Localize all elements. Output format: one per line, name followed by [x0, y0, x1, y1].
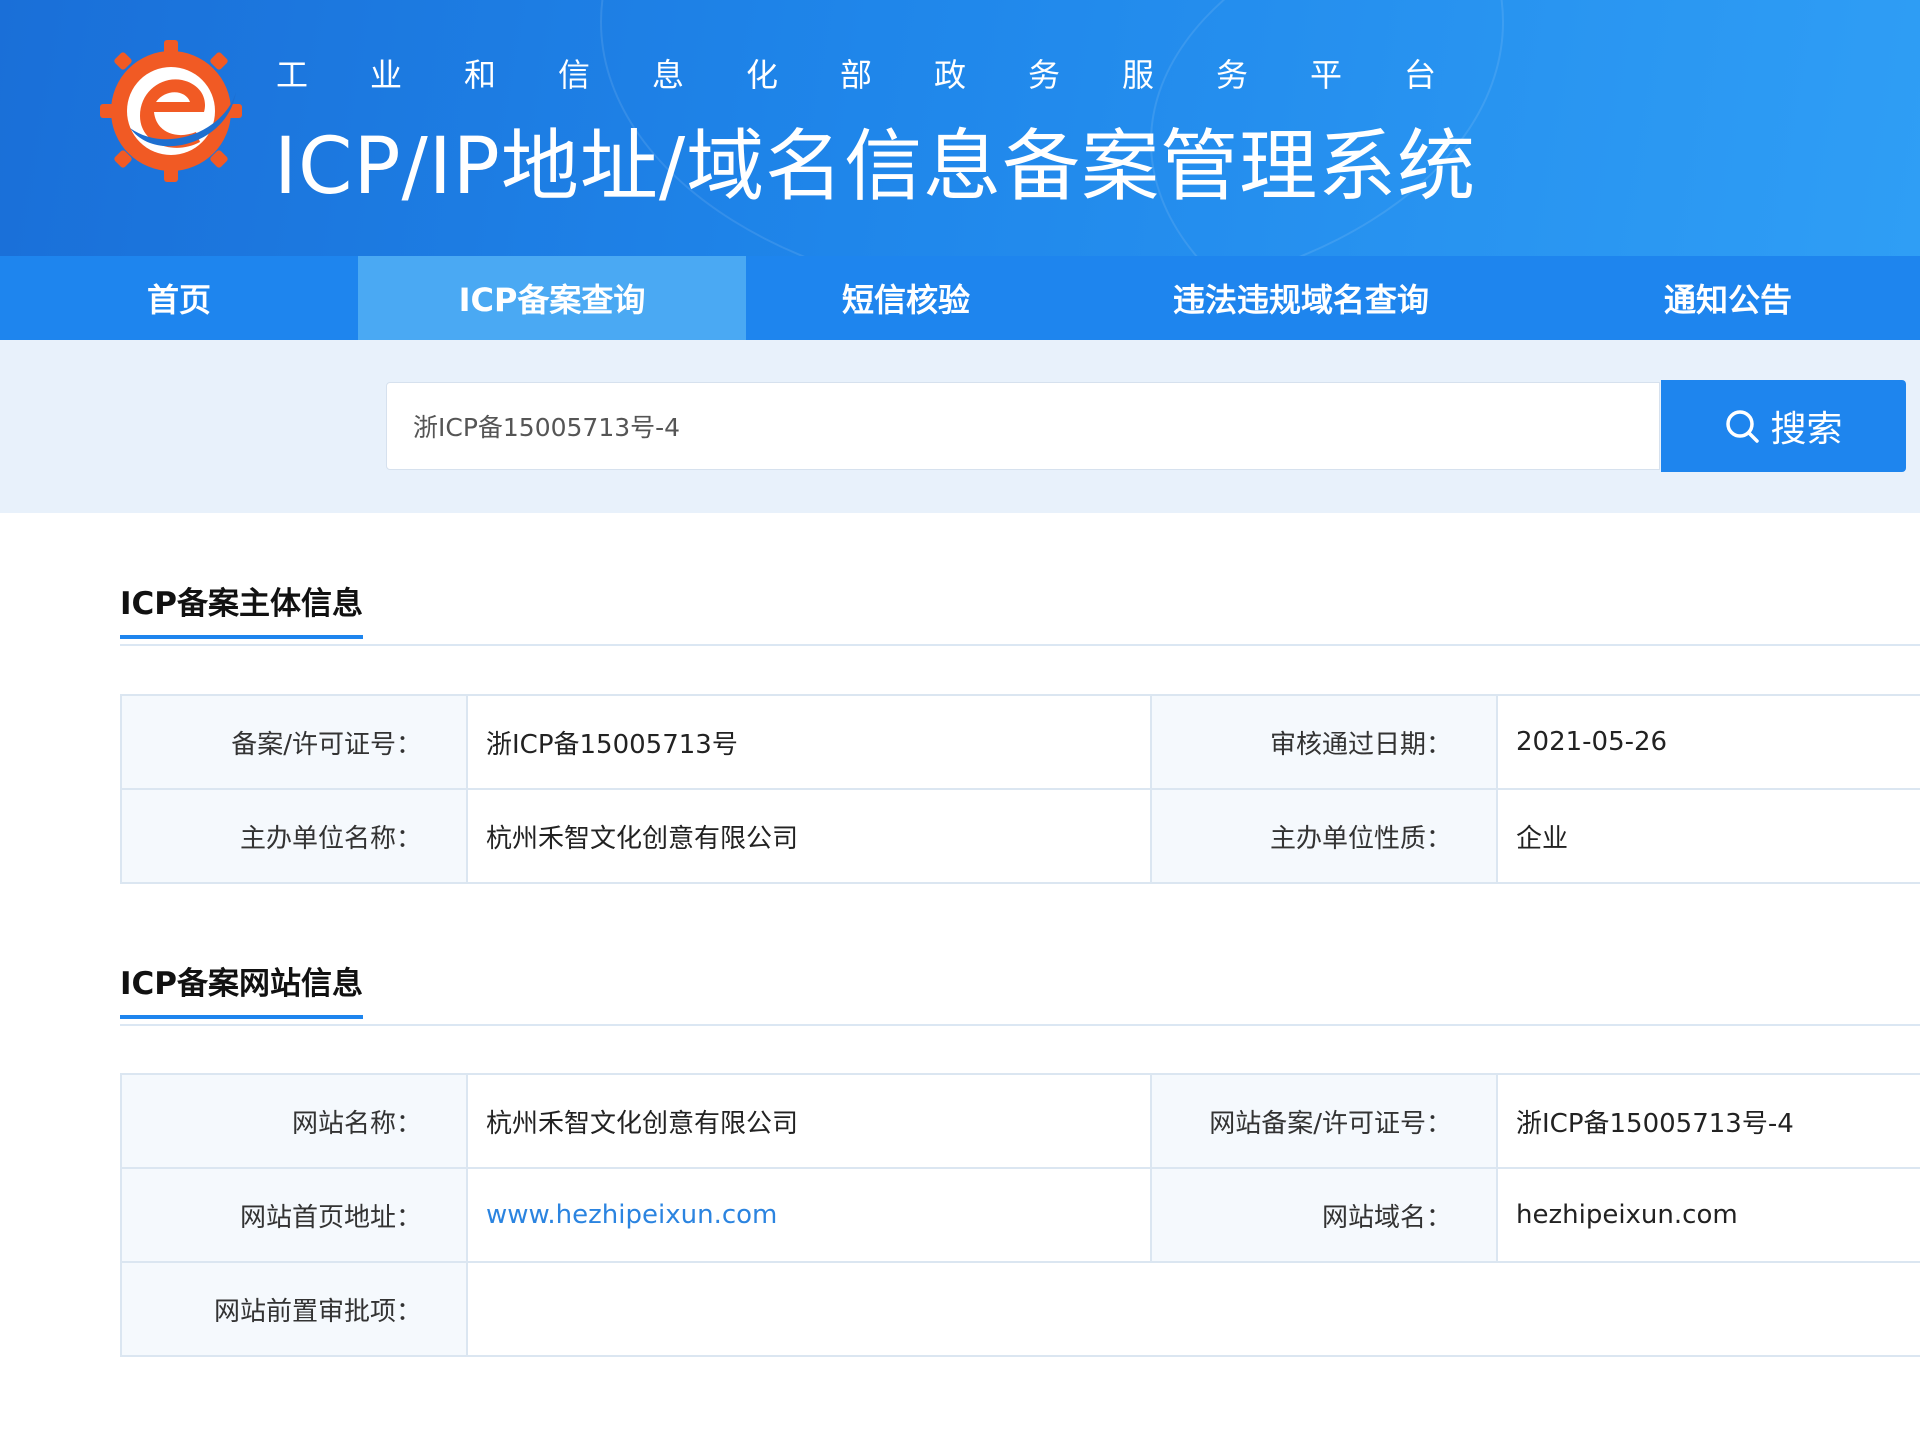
- pre-approval-label: 网站前置审批项：: [120, 1261, 468, 1357]
- website-name-label: 网站名称：: [120, 1073, 468, 1169]
- domain-value: hezhipeixun.com: [1496, 1167, 1920, 1263]
- subject-section-title: ICP备案主体信息: [120, 578, 364, 639]
- organizer-name-label: 主办单位名称：: [120, 788, 468, 884]
- nav-item-home[interactable]: 首页: [0, 256, 358, 340]
- approval-date-value: 2021-05-26: [1496, 694, 1920, 790]
- subject-info-table: 备案/许可证号： 浙ICP备15005713号 审核通过日期： 2021-05-…: [120, 694, 1920, 884]
- nav-item-illegal-domain-query[interactable]: 违法违规域名查询: [1066, 256, 1536, 340]
- search-button[interactable]: 搜索: [1661, 380, 1906, 472]
- approval-date-label: 审核通过日期：: [1150, 694, 1498, 790]
- miit-logo-icon: [100, 40, 242, 182]
- page-title: ICP/IP地址/域名信息备案管理系统: [274, 122, 1477, 212]
- nav-item-icp-query[interactable]: ICP备案查询: [358, 256, 746, 340]
- website-license-value: 浙ICP备15005713号-4: [1496, 1073, 1920, 1169]
- table-row: 网站名称： 杭州禾智文化创意有限公司 网站备案/许可证号： 浙ICP备15005…: [120, 1073, 1920, 1169]
- homepage-url-link[interactable]: www.hezhipeixun.com: [486, 1200, 777, 1230]
- nav-item-notices[interactable]: 通知公告: [1536, 256, 1920, 340]
- website-license-label: 网站备案/许可证号：: [1150, 1073, 1498, 1169]
- website-section-title: ICP备案网站信息: [120, 958, 364, 1019]
- main-nav: 首页 ICP备案查询 短信核验 违法违规域名查询 通知公告: [0, 256, 1920, 340]
- website-name-value: 杭州禾智文化创意有限公司: [466, 1073, 1152, 1169]
- domain-label: 网站域名：: [1150, 1167, 1498, 1263]
- search-band: 搜索: [0, 340, 1920, 513]
- website-section-header: ICP备案网站信息: [120, 958, 1920, 1026]
- search-icon: [1726, 410, 1760, 443]
- pre-approval-value: [466, 1261, 1920, 1357]
- subject-section-header: ICP备案主体信息: [120, 578, 1920, 646]
- license-number-label: 备案/许可证号：: [120, 694, 468, 790]
- table-row: 备案/许可证号： 浙ICP备15005713号 审核通过日期： 2021-05-…: [120, 694, 1920, 790]
- homepage-url-label: 网站首页地址：: [120, 1167, 468, 1263]
- table-row: 网站首页地址： www.hezhipeixun.com 网站域名： hezhip…: [120, 1167, 1920, 1263]
- search-button-label: 搜索: [1770, 409, 1843, 450]
- license-number-value: 浙ICP备15005713号: [466, 694, 1152, 790]
- header-subtitle: 工业和信息化部政务服务平台: [276, 56, 1499, 94]
- header-banner: 工业和信息化部政务服务平台 ICP/IP地址/域名信息备案管理系统: [0, 0, 1920, 256]
- website-info-table: 网站名称： 杭州禾智文化创意有限公司 网站备案/许可证号： 浙ICP备15005…: [120, 1073, 1920, 1357]
- nav-item-sms-verify[interactable]: 短信核验: [746, 256, 1066, 340]
- content-area: ICP备案主体信息 备案/许可证号： 浙ICP备15005713号 审核通过日期…: [0, 513, 1920, 1443]
- table-row: 网站前置审批项：: [120, 1261, 1920, 1357]
- table-row: 主办单位名称： 杭州禾智文化创意有限公司 主办单位性质： 企业: [120, 788, 1920, 884]
- organizer-type-label: 主办单位性质：: [1150, 788, 1498, 884]
- search-input[interactable]: [386, 382, 1660, 470]
- homepage-url-cell: www.hezhipeixun.com: [466, 1167, 1152, 1263]
- organizer-name-value: 杭州禾智文化创意有限公司: [466, 788, 1152, 884]
- organizer-type-value: 企业: [1496, 788, 1920, 884]
